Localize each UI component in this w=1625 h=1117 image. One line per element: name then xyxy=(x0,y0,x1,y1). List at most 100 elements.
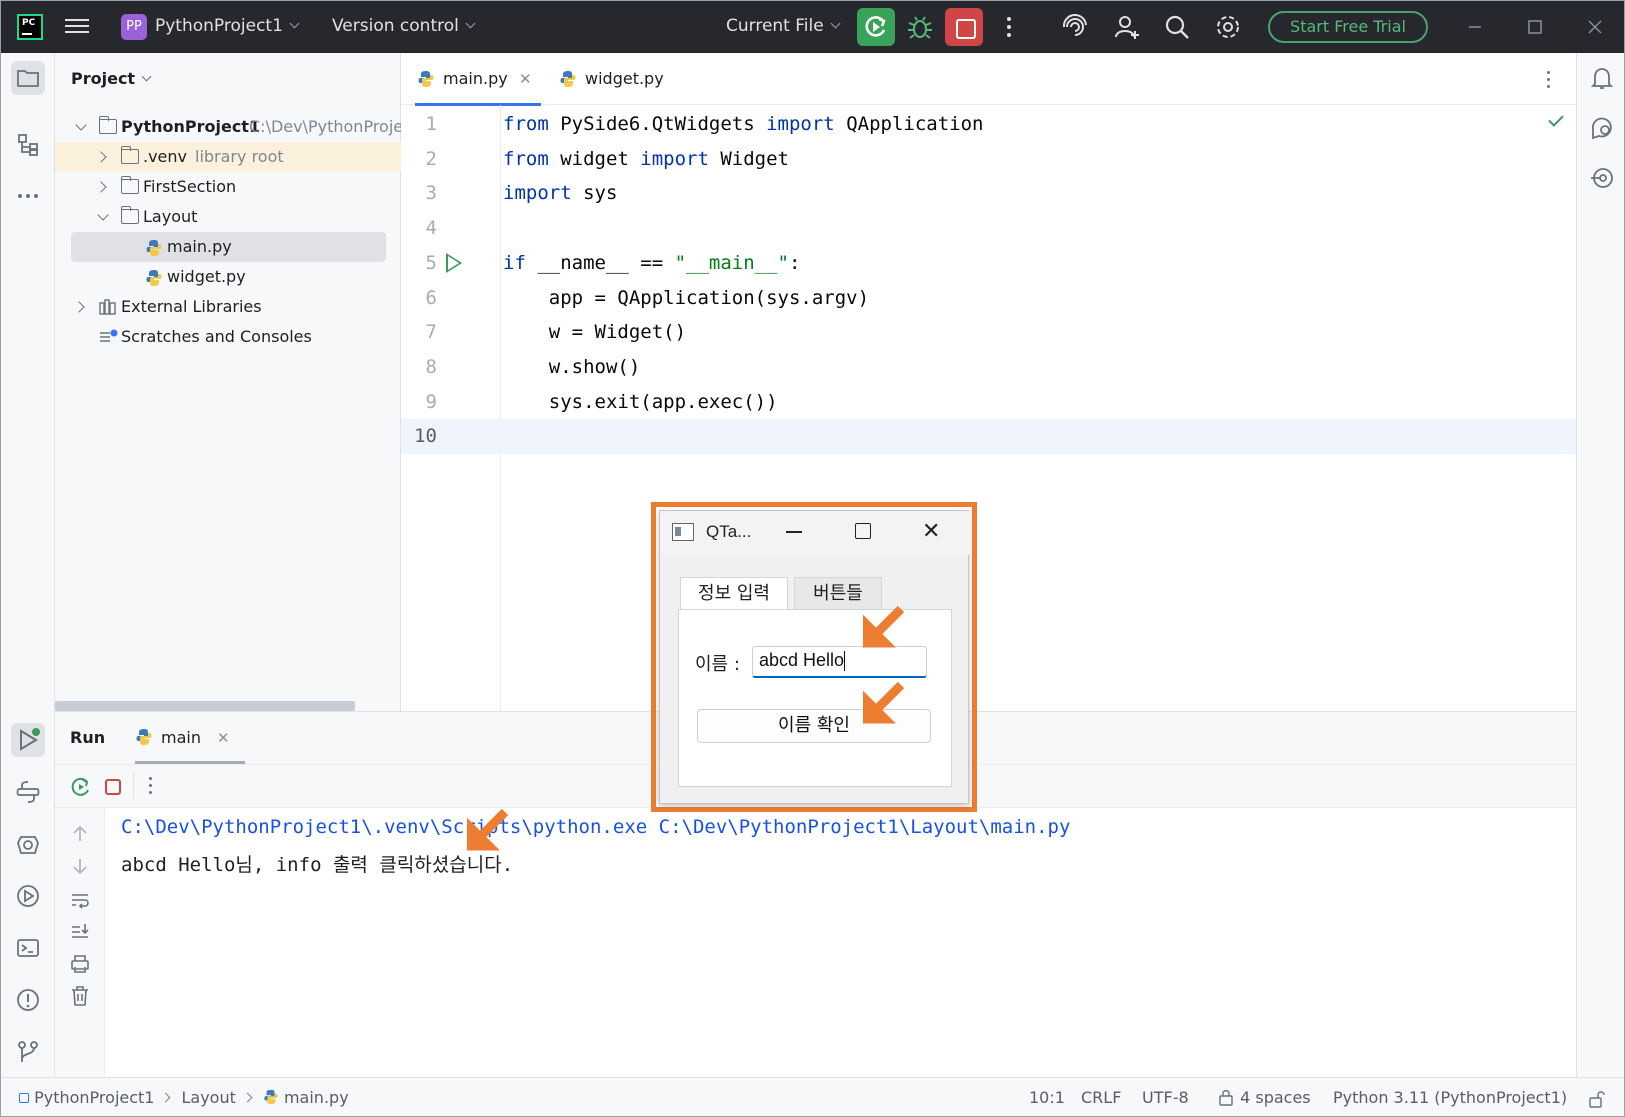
code-token: if xyxy=(503,251,526,274)
run-tool-button[interactable] xyxy=(11,723,45,757)
file-encoding[interactable]: UTF-8 xyxy=(1142,1088,1189,1107)
qt-tab-info-input[interactable]: 정보 입력 xyxy=(680,577,788,610)
run-tab-main[interactable]: main ✕ xyxy=(135,712,245,764)
callout-arrow-icon xyxy=(863,681,905,724)
tab-widget-py[interactable]: widget.py xyxy=(557,53,677,105)
ai-chat-button[interactable] xyxy=(1585,111,1619,145)
terminal-button[interactable] xyxy=(11,931,45,965)
tree-item-label: Scratches and Consoles xyxy=(121,327,312,346)
scroll-to-end-icon[interactable] xyxy=(68,920,92,944)
arrow-down-icon[interactable] xyxy=(68,854,92,878)
qt-maximize-icon[interactable] xyxy=(855,523,871,539)
chevron-right-icon xyxy=(242,1092,253,1103)
tree-item-layout[interactable]: Layout xyxy=(55,202,401,232)
rerun-button[interactable] xyxy=(857,8,895,46)
debug-button[interactable] xyxy=(907,14,933,40)
chevron-right-icon xyxy=(95,181,107,193)
code-token: Widget xyxy=(708,147,789,170)
breadcrumb-project[interactable]: PythonProject1 xyxy=(34,1088,154,1107)
breadcrumb-folder[interactable]: Layout xyxy=(181,1088,235,1107)
project-badge[interactable]: PP xyxy=(121,14,147,40)
library-icon xyxy=(99,299,116,315)
git-button[interactable] xyxy=(11,1035,45,1069)
qt-name-input[interactable]: abcd Hello xyxy=(752,646,927,678)
indent-setting[interactable]: 4 spaces xyxy=(1217,1088,1311,1107)
run-gutter-icon[interactable] xyxy=(446,252,462,273)
code-text: app = QApplication(sys.argv) xyxy=(503,281,869,315)
maximize-window-button[interactable] xyxy=(1521,13,1549,41)
qt-minimize-icon[interactable] xyxy=(786,531,802,533)
project-switcher[interactable]: PythonProject1 xyxy=(155,16,300,36)
tree-item-widget-py[interactable]: widget.py xyxy=(55,262,401,292)
close-tab-icon[interactable]: ✕ xyxy=(519,53,532,105)
soft-wrap-icon[interactable] xyxy=(68,888,92,912)
editor-tab-options-icon[interactable] xyxy=(1547,71,1551,89)
minimize-window-button[interactable] xyxy=(1461,13,1489,41)
code-line[interactable]: 10 xyxy=(401,419,1576,454)
line-separator[interactable]: CRLF xyxy=(1081,1088,1121,1107)
ai-spiral-icon xyxy=(1062,13,1087,36)
title-bar: PC PP PythonProject1 Version control Cur… xyxy=(1,1,1624,53)
code-token: "__main__" xyxy=(674,251,789,274)
close-window-button[interactable] xyxy=(1581,13,1609,41)
services-run-button[interactable] xyxy=(11,879,45,913)
endpoints-button[interactable] xyxy=(1585,161,1619,195)
arrow-up-icon[interactable] xyxy=(68,822,92,846)
settings-button[interactable] xyxy=(1214,13,1242,41)
tree-item-external-libraries[interactable]: External Libraries xyxy=(55,292,401,322)
problems-button[interactable] xyxy=(11,983,45,1017)
rerun-icon[interactable] xyxy=(69,775,93,799)
code-token: QApplication xyxy=(834,113,984,135)
version-control-menu[interactable]: Version control xyxy=(332,16,476,36)
python-interpreter[interactable]: Python 3.11 (PythonProject1) xyxy=(1333,1088,1567,1107)
code-with-me-button[interactable] xyxy=(1113,13,1141,41)
code-line[interactable]: 3 import sys xyxy=(401,176,1576,211)
stop-button[interactable] xyxy=(945,8,983,46)
qt-close-icon[interactable]: ✕ xyxy=(922,519,940,544)
breadcrumb-file[interactable]: main.py xyxy=(284,1088,349,1107)
left-tool-strip xyxy=(1,53,55,1077)
services-button[interactable] xyxy=(11,827,45,861)
unlock-icon[interactable] xyxy=(1587,1089,1607,1109)
terminal-icon xyxy=(17,939,39,957)
main-menu-icon[interactable] xyxy=(65,15,89,37)
print-icon[interactable] xyxy=(68,952,92,976)
console-output[interactable]: C:\Dev\PythonProject1\.venv\Scripts\pyth… xyxy=(105,808,1576,1078)
close-tab-icon[interactable]: ✕ xyxy=(217,712,230,764)
caret-position[interactable]: 10:1 xyxy=(1029,1088,1065,1107)
start-free-trial-button[interactable]: Start Free Trial xyxy=(1268,11,1428,43)
ai-assistant-button[interactable] xyxy=(1061,13,1089,41)
project-panel-title[interactable]: Project xyxy=(71,69,152,88)
more-tools-button[interactable] xyxy=(11,179,45,213)
tree-item-project-root[interactable]: PythonProject1 C:\Dev\PythonProje xyxy=(55,112,401,142)
project-tool-button[interactable] xyxy=(11,61,45,95)
tree-item-venv[interactable]: .venv library root xyxy=(55,142,401,172)
code-line[interactable]: 1 from PySide6.QtWidgets import QApplicat… xyxy=(401,107,1576,142)
notifications-button[interactable] xyxy=(1585,61,1619,95)
editor-area: main.py ✕ widget.py 1 from PySide6.QtWidg… xyxy=(401,53,1576,711)
code-line[interactable]: 2 from widget import Widget xyxy=(401,142,1576,177)
stop-icon[interactable] xyxy=(101,775,125,799)
tree-item-firstsection[interactable]: FirstSection xyxy=(55,172,401,202)
code-line[interactable]: 5 if __name__ == "__main__": xyxy=(401,246,1576,281)
tree-item-scratches[interactable]: Scratches and Consoles xyxy=(55,322,401,352)
more-actions-button[interactable] xyxy=(995,13,1023,41)
run-options-icon[interactable] xyxy=(149,777,153,795)
trash-icon[interactable] xyxy=(68,984,92,1008)
python-packages-button[interactable] xyxy=(11,775,45,809)
breadcrumb: PythonProject1 Layout main.py xyxy=(19,1088,349,1107)
code-line[interactable]: 6 app = QApplication(sys.argv) xyxy=(401,281,1576,316)
code-line[interactable]: 4 xyxy=(401,211,1576,246)
tab-main-py[interactable]: main.py ✕ xyxy=(415,53,541,106)
code-line[interactable]: 9 sys.exit(app.exec()) xyxy=(401,385,1576,420)
run-config-selector[interactable]: Current File xyxy=(726,16,841,36)
code-line[interactable]: 7 w = Widget() xyxy=(401,315,1576,350)
search-button[interactable] xyxy=(1163,13,1191,41)
tree-item-path: C:\Dev\PythonProje xyxy=(249,117,401,136)
code-line[interactable]: 8 w.show() xyxy=(401,350,1576,385)
tree-item-main-py[interactable]: main.py xyxy=(71,232,386,262)
structure-tool-button[interactable] xyxy=(11,127,45,161)
code-token: : xyxy=(789,251,801,274)
code-token: w.show() xyxy=(503,355,641,378)
project-horizontal-scrollbar[interactable] xyxy=(55,701,355,711)
